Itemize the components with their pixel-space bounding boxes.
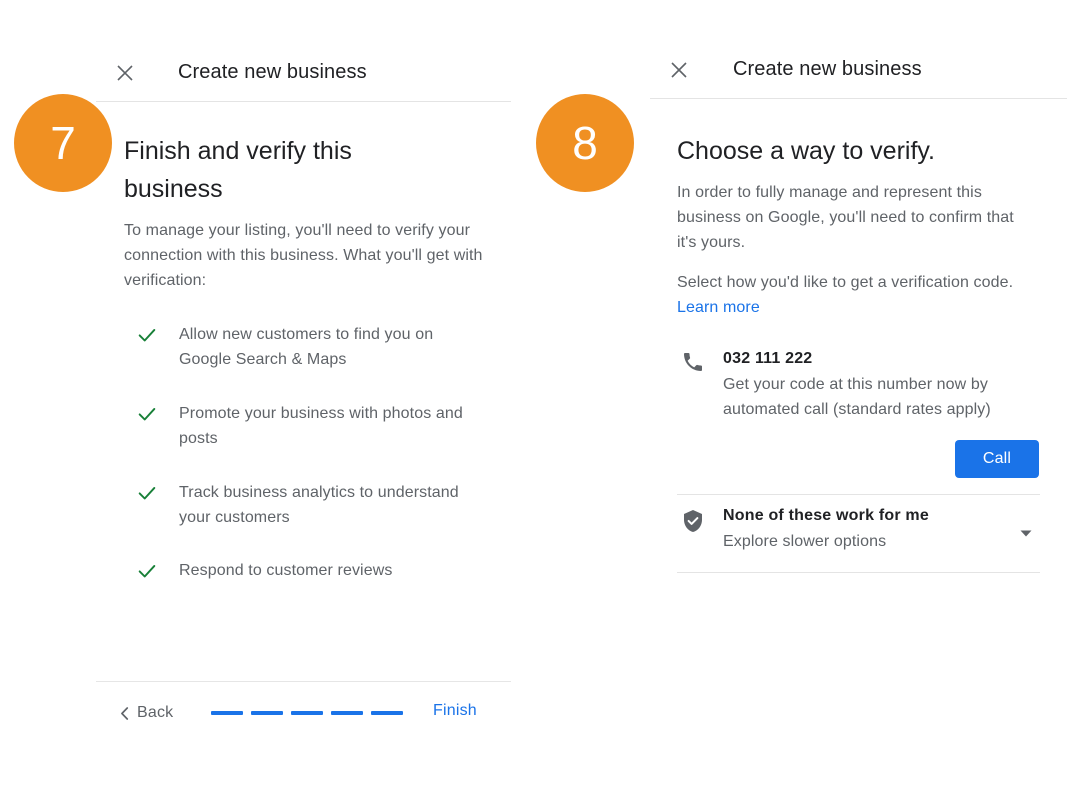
option-divider-top [677,494,1040,495]
progress-segment [211,711,243,715]
progress-segment [371,711,403,715]
chevron-left-icon [119,706,130,721]
header-divider [650,98,1067,99]
description-paragraph-2: Select how you'd like to get a verificat… [677,270,1022,320]
chevron-down-icon[interactable] [1016,523,1036,543]
step-badge-7: 7 [14,94,112,192]
footer-divider [96,681,511,682]
phone-icon [681,350,705,374]
back-button[interactable]: Back [119,704,173,722]
verify-option-title: 032 111 222 [723,350,813,367]
list-item-label: Track business analytics to understand y… [179,484,459,526]
description-paragraph-1: In order to fully manage and represent t… [677,184,1014,251]
back-button-label: Back [137,704,174,721]
progress-segment [331,711,363,715]
close-icon[interactable] [667,58,691,82]
finish-button[interactable]: Finish [433,702,477,720]
call-button[interactable]: Call [955,440,1039,478]
list-item-label: Promote your business with photos and po… [179,405,463,447]
close-icon[interactable] [113,61,137,85]
header-divider [96,101,511,102]
shield-check-icon [681,509,705,533]
list-item-label: Allow new customers to find you on Googl… [179,326,434,368]
check-icon [136,560,158,582]
intro-text: To manage your listing, you'll need to v… [124,222,483,289]
option-divider-bottom [677,572,1040,573]
learn-more-link[interactable]: Learn more [677,299,760,316]
verify-option-subtitle: Get your code at this number now by auto… [723,376,991,418]
check-icon [136,324,158,346]
list-item-label: Respond to customer reviews [179,562,393,579]
check-icon [136,403,158,425]
verify-option-title: None of these work for me [723,507,929,524]
progress-segment [251,711,283,715]
page-title: Finish and verify this business [124,137,352,203]
progress-indicator [211,711,403,715]
verify-option-subtitle: Explore slower options [723,533,887,550]
window-title: Create new business [733,58,922,80]
step-badge-8: 8 [536,94,634,192]
check-icon [136,482,158,504]
description-paragraph-2-text: Select how you'd like to get a verificat… [677,274,1014,291]
progress-segment [291,711,323,715]
page-title: Choose a way to verify. [677,137,935,165]
window-title: Create new business [178,61,367,83]
